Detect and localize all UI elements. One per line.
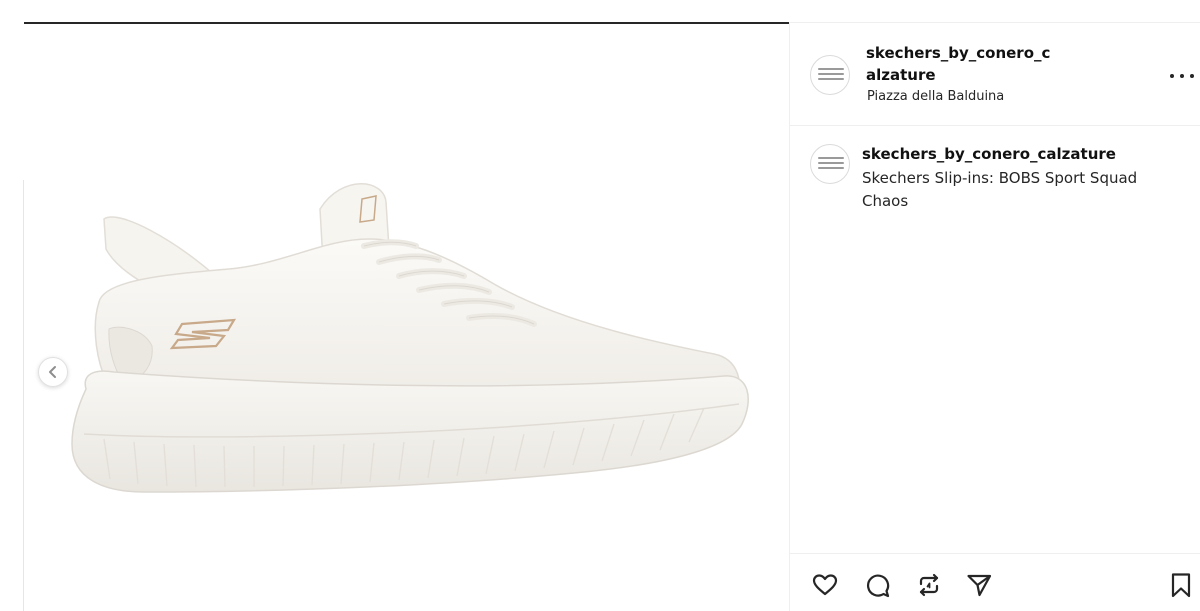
heart-icon xyxy=(812,574,838,596)
save-button[interactable] xyxy=(1166,570,1196,600)
carousel-previous-button[interactable] xyxy=(38,357,68,387)
repost-icon xyxy=(919,573,939,597)
avatar[interactable] xyxy=(810,144,850,184)
header-username[interactable]: skechers_by_conero_calzature xyxy=(866,42,1056,86)
bookmark-icon xyxy=(1171,573,1191,598)
sneaker-image xyxy=(71,183,749,493)
share-icon xyxy=(967,574,992,597)
dot-icon xyxy=(1190,74,1194,78)
comment-button[interactable] xyxy=(862,570,892,600)
dot-icon xyxy=(1170,74,1174,78)
repost-button[interactable] xyxy=(914,570,944,600)
dot-icon xyxy=(1180,74,1184,78)
avatar[interactable] xyxy=(810,55,850,95)
more-options-button[interactable] xyxy=(1170,67,1194,85)
comment-icon xyxy=(867,574,890,598)
avatar-logo xyxy=(818,157,844,172)
chevron-left-icon xyxy=(49,366,56,378)
post-image[interactable] xyxy=(24,22,789,611)
caption-username[interactable]: skechers_by_conero_calzature xyxy=(862,145,1116,163)
caption-text: Skechers Slip-ins: BOBS Sport Squad Chao… xyxy=(862,169,1138,210)
left-gutter xyxy=(0,0,24,611)
avatar-logo xyxy=(818,68,844,83)
like-button[interactable] xyxy=(810,570,840,600)
share-button[interactable] xyxy=(964,570,994,600)
post-location[interactable]: Piazza della Balduina xyxy=(867,89,1004,104)
post-side-panel: skechers_by_conero_calzature Piazza dell… xyxy=(789,22,1200,611)
post-actions-bar xyxy=(790,553,1200,611)
post-header: skechers_by_conero_calzature Piazza dell… xyxy=(790,23,1200,126)
